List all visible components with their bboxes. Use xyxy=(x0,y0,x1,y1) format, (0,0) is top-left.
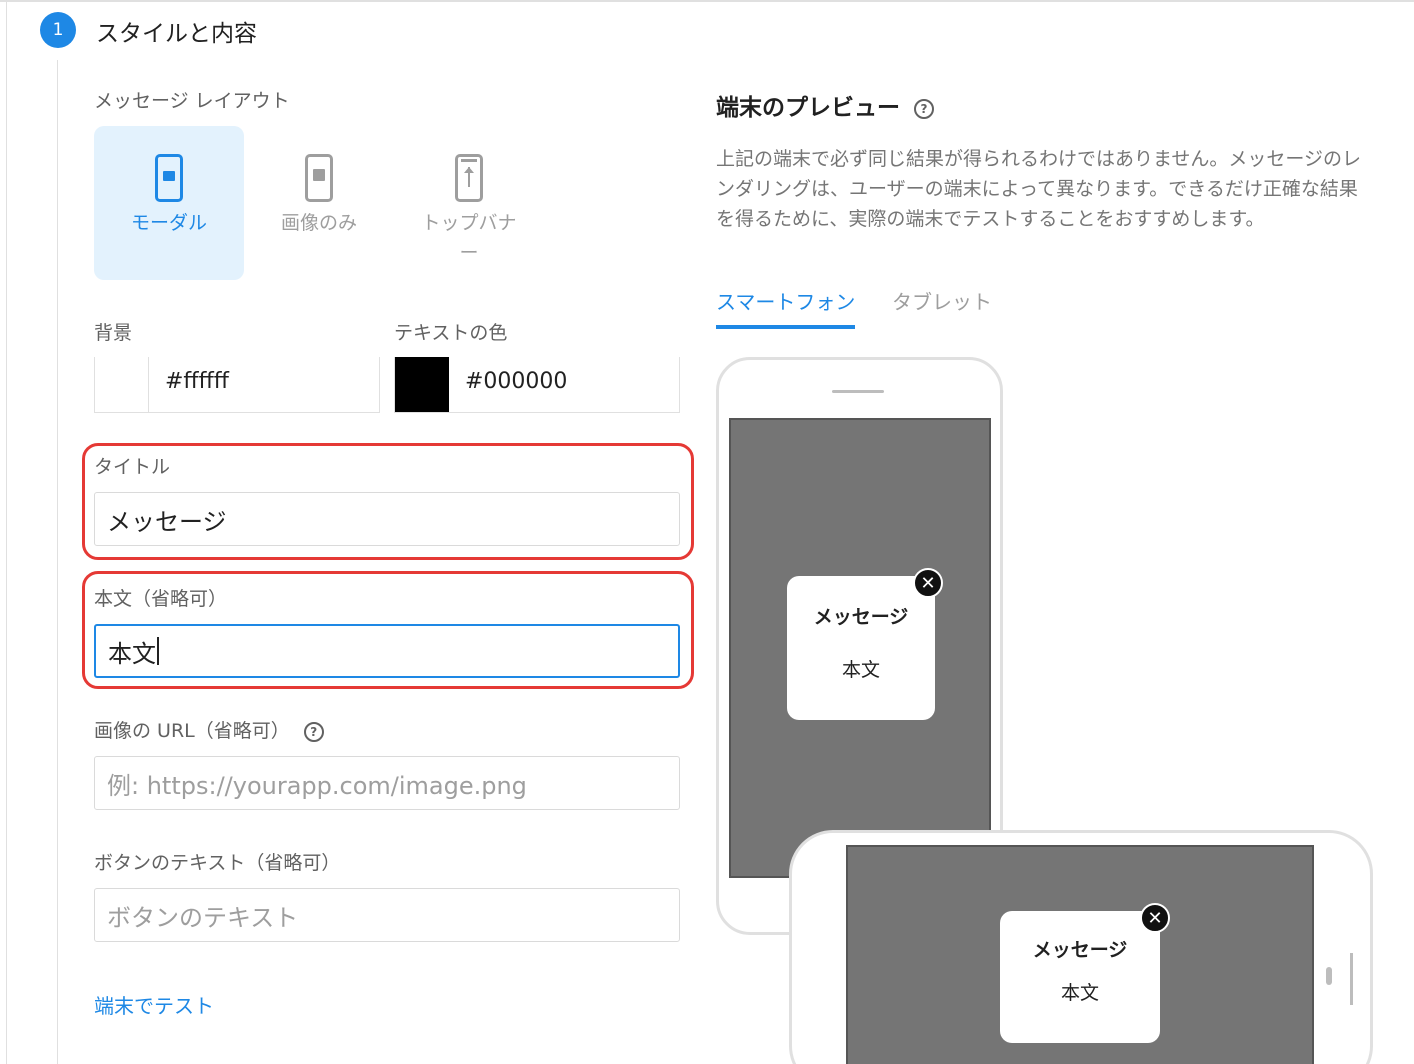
preview-title: 端末のプレビュー ? xyxy=(716,88,935,122)
tablet-screen: メッセージ 本文 ✕ xyxy=(846,845,1314,1064)
tablet-modal-preview: メッセージ 本文 xyxy=(1000,911,1160,1043)
step-connector-line xyxy=(57,60,58,1064)
tablet-preview-frame: メッセージ 本文 ✕ xyxy=(789,830,1373,1064)
layout-option-label: モーダル xyxy=(130,212,207,234)
close-icon[interactable]: ✕ xyxy=(913,568,943,598)
body-input-value: 本文 xyxy=(108,639,156,668)
preview-description: 上記の端末で必ず同じ結果が得られるわけではありません。メッセージのレンダリングは… xyxy=(716,148,1362,230)
preview-title-text: 端末のプレビュー xyxy=(716,95,900,121)
button-text-label: ボタンのテキスト（省略可） xyxy=(94,852,341,874)
layout-label: メッセージ レイアウト xyxy=(94,90,290,112)
phone-screen: メッセージ 本文 ✕ xyxy=(729,418,991,878)
image-url-input[interactable]: 例: https://yourapp.com/image.png xyxy=(94,756,680,810)
layout-option-modal[interactable]: モーダル xyxy=(94,126,244,280)
background-color-field[interactable]: #ffffff xyxy=(94,357,380,413)
body-input[interactable]: 本文 xyxy=(94,624,680,678)
text-color-field[interactable]: #000000 xyxy=(394,357,680,413)
text-color-value[interactable]: #000000 xyxy=(465,369,567,394)
left-divider xyxy=(6,0,7,1064)
modal-layout-icon xyxy=(155,154,183,202)
step-number: 1 xyxy=(52,20,64,40)
background-color-swatch[interactable] xyxy=(95,357,149,412)
title-label: タイトル xyxy=(94,456,171,478)
image-url-label: 画像の URL（省略可） ? xyxy=(94,716,324,743)
help-icon[interactable]: ? xyxy=(303,721,324,742)
close-icon[interactable]: ✕ xyxy=(1140,903,1170,933)
top-banner-layout-icon xyxy=(455,154,483,202)
image-url-label-text: 画像の URL（省略可） xyxy=(94,720,290,742)
step-number-badge: 1 xyxy=(40,12,76,48)
phone-modal-preview: メッセージ 本文 xyxy=(787,576,935,720)
title-input[interactable]: メッセージ xyxy=(94,492,680,546)
layout-option-label: トップバナー xyxy=(421,212,517,264)
tablet-modal-title: メッセージ xyxy=(1032,939,1128,961)
help-icon[interactable]: ? xyxy=(914,98,935,119)
top-divider xyxy=(0,0,1414,2)
phone-modal-body: 本文 xyxy=(841,659,880,681)
layout-option-image-only[interactable]: 画像のみ xyxy=(244,126,394,280)
tab-smartphone[interactable]: スマートフォン xyxy=(716,286,856,329)
button-text-input[interactable]: ボタンのテキスト xyxy=(94,888,680,942)
test-on-device-link[interactable]: 端末でテスト xyxy=(94,990,214,1019)
tablet-modal-body: 本文 xyxy=(1060,982,1099,1004)
layout-option-label: 画像のみ xyxy=(280,212,357,234)
tab-tablet[interactable]: タブレット xyxy=(892,286,992,325)
background-label: 背景 xyxy=(94,322,133,344)
text-color-label: テキストの色 xyxy=(394,322,508,344)
text-color-swatch[interactable] xyxy=(395,357,449,412)
layout-option-top-banner[interactable]: トップバナー xyxy=(394,126,544,280)
phone-speaker xyxy=(832,390,884,393)
phone-modal-title: メッセージ xyxy=(813,606,909,628)
image-layout-icon xyxy=(305,154,333,202)
tablet-home-button xyxy=(1326,967,1332,985)
background-color-value[interactable]: #ffffff xyxy=(165,369,229,394)
step-title: スタイルと内容 xyxy=(96,21,257,47)
text-cursor xyxy=(157,637,159,665)
tablet-side-button xyxy=(1350,953,1353,1005)
body-label: 本文（省略可） xyxy=(94,588,228,610)
